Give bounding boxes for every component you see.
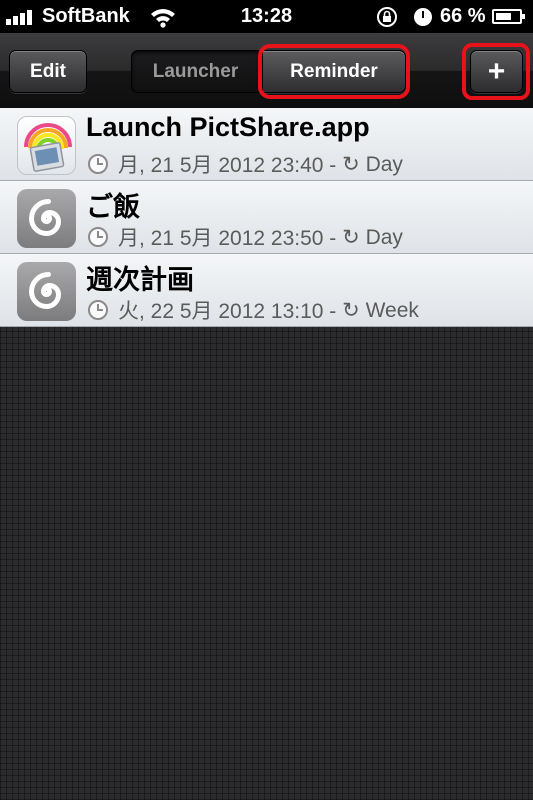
alarm-icon (414, 8, 432, 26)
rotation-lock-icon (377, 7, 397, 27)
reminder-datetime: 月, 21 5月 2012 23:40 - (118, 154, 337, 177)
battery-level (496, 13, 511, 20)
battery-icon (492, 9, 525, 24)
pictshare-app-icon (17, 116, 76, 175)
reminder-schedule: 月, 21 5月 2012 23:50 - ↻ Day (88, 222, 403, 252)
spiral-app-icon (17, 262, 76, 321)
add-highlight-box (462, 43, 530, 100)
reminder-title: ご飯 (86, 192, 140, 222)
status-bar: SoftBank 13:28 66 % (0, 0, 533, 33)
reminder-schedule: 火, 22 5月 2012 13:10 - ↻ Week (88, 295, 419, 325)
reminder-list: Launch PictShare.app 月, 21 5月 2012 23:40… (0, 108, 533, 327)
reminder-repeat: ↻ Day (342, 225, 403, 249)
reminder-datetime: 月, 21 5月 2012 23:50 - (118, 227, 337, 250)
list-item[interactable]: 週次計画 火, 22 5月 2012 13:10 - ↻ Week (0, 254, 533, 327)
segment-launcher[interactable]: Launcher (131, 50, 260, 93)
clock-icon (88, 300, 108, 320)
reminder-title: 週次計画 (86, 265, 194, 295)
reminder-repeat: ↻ Day (342, 152, 403, 176)
reminder-title: Launch PictShare.app (86, 112, 370, 142)
battery-percent: 66 % (440, 5, 486, 27)
reminder-datetime: 火, 22 5月 2012 13:10 - (118, 300, 337, 323)
list-item[interactable]: ご飯 月, 21 5月 2012 23:50 - ↻ Day (0, 181, 533, 254)
reminder-highlight-box (258, 44, 410, 99)
clock-icon (88, 154, 108, 174)
list-item[interactable]: Launch PictShare.app 月, 21 5月 2012 23:40… (0, 108, 533, 181)
edit-button[interactable]: Edit (9, 50, 87, 93)
clock-icon (88, 227, 108, 247)
reminder-schedule: 月, 21 5月 2012 23:40 - ↻ Day (88, 149, 403, 179)
reminder-repeat: ↻ Week (342, 298, 419, 322)
spiral-app-icon (17, 189, 76, 248)
